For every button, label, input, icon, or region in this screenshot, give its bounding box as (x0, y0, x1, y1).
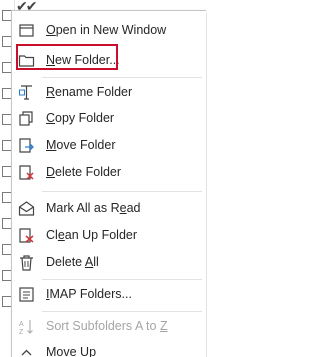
menu-item-sort-subfolders[interactable]: A Z Sort Subfolders A to Z (12, 313, 206, 339)
menu-item-label: Delete All (46, 255, 99, 269)
menu-item-label: Move Up (46, 345, 97, 357)
menu-item-imap-folders[interactable]: IMAP Folders... (12, 281, 206, 307)
menu-separator (42, 77, 202, 78)
menu-separator (42, 311, 202, 312)
menu-item-delete-all[interactable]: Delete All (12, 249, 206, 275)
chevron-up-icon (21, 349, 32, 356)
menu-item-label: Clean Up Folder (46, 228, 138, 242)
move-folder-icon (19, 138, 34, 153)
menu-item-label: Rename Folder (46, 85, 133, 99)
window-icon (19, 24, 34, 37)
menu-separator (42, 279, 202, 280)
envelope-open-icon (18, 201, 35, 216)
menu-item-label: Sort Subfolders A to Z (46, 319, 168, 333)
context-menu: Open in New Window New Folder... Rename … (11, 10, 206, 357)
svg-text:Z: Z (19, 329, 24, 335)
menu-item-move-folder[interactable]: Move Folder (12, 132, 206, 158)
menu-item-label: IMAP Folders... (46, 287, 132, 301)
menu-item-copy-folder[interactable]: Copy Folder (12, 105, 206, 131)
menu-item-move-up[interactable]: Move Up (12, 339, 206, 357)
menu-item-clean-up-folder[interactable]: Clean Up Folder (12, 222, 206, 248)
copy-folder-icon (19, 111, 33, 126)
menu-item-open-in-new-window[interactable]: Open in New Window (12, 17, 206, 43)
menu-item-label: Copy Folder (46, 111, 115, 125)
menu-item-delete-folder[interactable]: Delete Folder (12, 159, 206, 185)
menu-item-mark-all-as-read[interactable]: Mark All as Read (12, 195, 206, 221)
trash-icon (20, 255, 33, 271)
highlight-box (16, 44, 118, 70)
imap-folders-icon (19, 287, 34, 302)
delete-folder-icon (19, 165, 34, 180)
outlook-folder-context-menu-screen: ✔✔ Open in New Window New Folder... Rena… (0, 0, 207, 357)
clean-up-icon (19, 228, 34, 243)
menu-separator (42, 191, 202, 192)
menu-item-label: Open in New Window (46, 23, 167, 37)
rename-icon (19, 85, 32, 100)
sort-az-icon: A Z (19, 320, 33, 335)
svg-text:A: A (19, 321, 24, 328)
menu-item-label: Move Folder (46, 138, 116, 152)
menu-item-label: Delete Folder (46, 165, 122, 179)
menu-item-label: Mark All as Read (46, 201, 141, 215)
menu-item-rename-folder[interactable]: Rename Folder (12, 79, 206, 105)
